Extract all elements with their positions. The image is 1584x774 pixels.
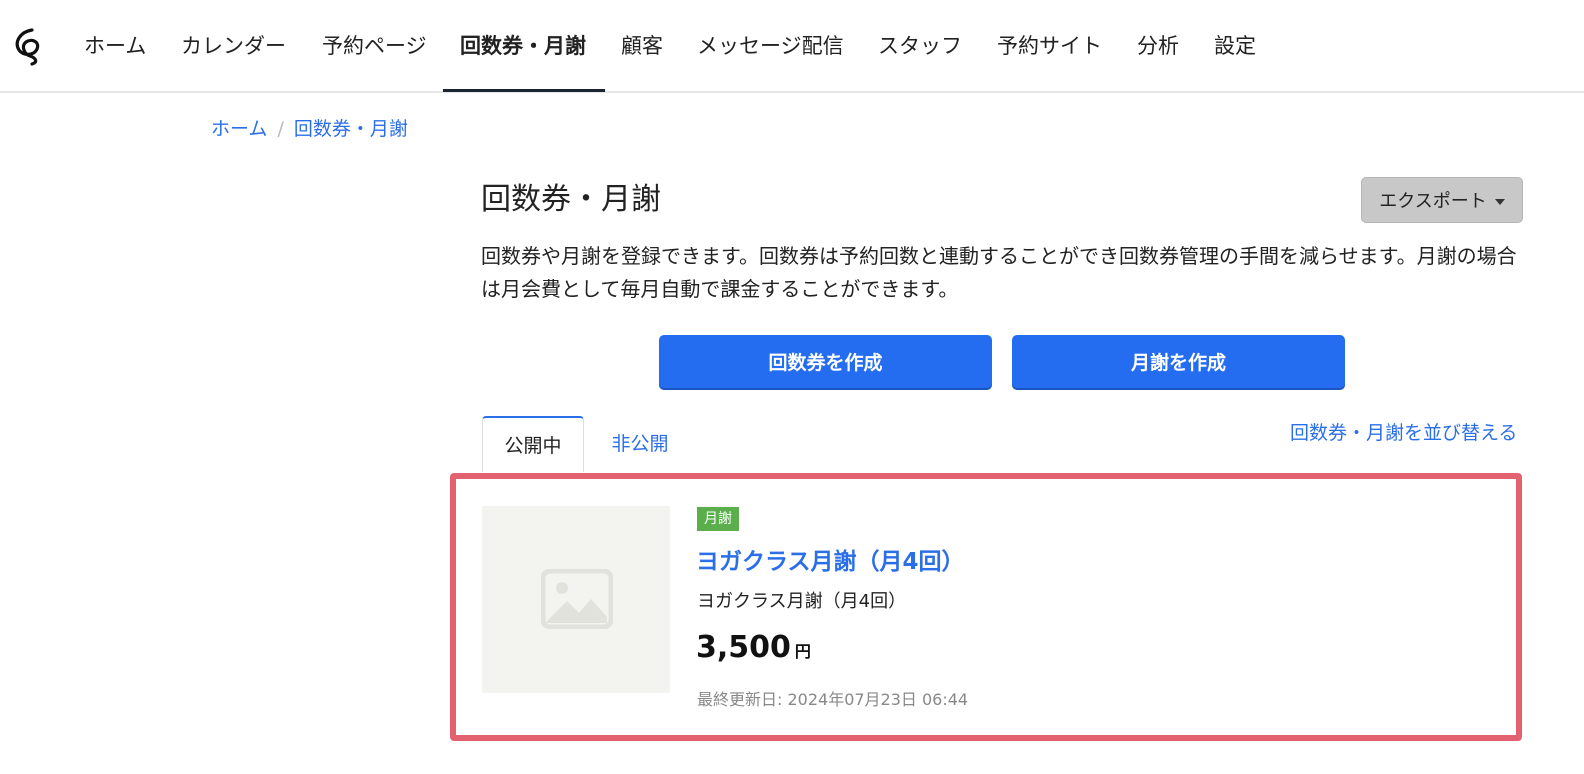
logo-icon[interactable] <box>10 26 46 66</box>
item-type-badge: 月謝 <box>697 507 739 531</box>
nav-item-analytics[interactable]: 分析 <box>1137 0 1179 93</box>
nav-item-tickets-monthly[interactable]: 回数券・月謝 <box>460 0 586 93</box>
page-title: 回数券・月謝 <box>481 182 661 217</box>
nav-item-booking-pages[interactable]: 予約ページ <box>322 0 427 93</box>
item-title-link[interactable]: ヨガクラス月謝（月4回） <box>696 542 965 576</box>
item-description: ヨガクラス月謝（月4回） <box>697 591 907 612</box>
item-price: 3,500 円 <box>696 630 811 665</box>
export-button-label: エクスポート <box>1379 191 1487 212</box>
nav-item-settings[interactable]: 設定 <box>1214 0 1256 93</box>
image-placeholder-icon <box>541 569 613 629</box>
nav-item-messages[interactable]: メッセージ配信 <box>697 0 844 93</box>
item-price-currency: 円 <box>794 642 811 661</box>
page-description: 回数券や月謝を登録できます。回数券は予約回数と連動することができ回数券管理の手間… <box>481 244 1517 301</box>
create-monthly-button[interactable]: 月謝を作成 <box>1012 335 1345 388</box>
item-price-amount: 3,500 <box>696 630 791 665</box>
tab-private[interactable]: 非公開 <box>604 416 676 472</box>
breadcrumb-home-link[interactable]: ホーム <box>211 118 267 140</box>
nav-item-customers[interactable]: 顧客 <box>621 0 663 93</box>
active-nav-indicator <box>443 89 605 92</box>
tab-public[interactable]: 公開中 <box>482 416 584 472</box>
nav-item-calendar[interactable]: カレンダー <box>181 0 286 93</box>
breadcrumb: ホーム / 回数券・月謝 <box>211 114 408 141</box>
breadcrumb-separator: / <box>277 118 284 140</box>
breadcrumb-current-link[interactable]: 回数券・月謝 <box>294 118 408 140</box>
nav-item-staff[interactable]: スタッフ <box>878 0 962 93</box>
item-updated-date: 最終更新日: 2024年07月23日 06:44 <box>697 690 969 709</box>
top-navigation: ホーム カレンダー 予約ページ 回数券・月謝 顧客 メッセージ配信 スタッフ 予… <box>0 0 1584 93</box>
export-dropdown-button[interactable]: エクスポート <box>1361 177 1523 223</box>
caret-down-icon <box>1494 198 1505 205</box>
nav-item-booking-site[interactable]: 予約サイト <box>997 0 1102 93</box>
create-ticket-button[interactable]: 回数券を作成 <box>659 335 992 388</box>
nav-item-home[interactable]: ホーム <box>84 0 146 93</box>
sort-items-link[interactable]: 回数券・月謝を並び替える <box>1290 418 1517 445</box>
